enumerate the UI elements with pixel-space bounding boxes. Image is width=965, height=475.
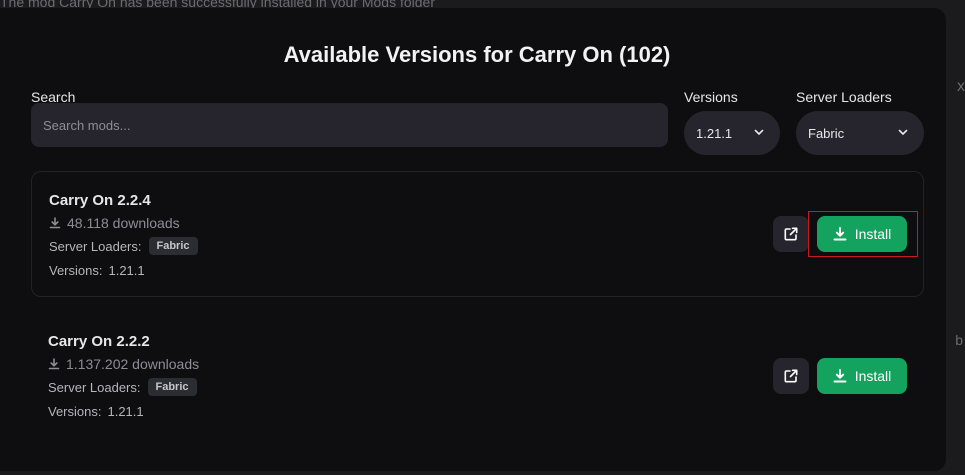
downloads-count: 1.137.202 downloads bbox=[66, 356, 200, 372]
install-highlight-box bbox=[808, 211, 918, 257]
install-button-label: Install bbox=[854, 368, 892, 384]
version-loaders: Server Loaders: Fabric bbox=[49, 237, 198, 255]
version-name: Carry On 2.2.2 bbox=[48, 333, 150, 350]
downloads-count: 48.118 downloads bbox=[67, 215, 180, 231]
chevron-down-icon bbox=[754, 129, 764, 135]
game-version-value: 1.21.1 bbox=[108, 263, 145, 278]
loaders-label: Server Loaders: bbox=[49, 238, 142, 254]
versions-filter-label: Versions bbox=[684, 89, 738, 105]
versions-label: Versions: bbox=[49, 263, 103, 278]
loaders-select[interactable]: Fabric bbox=[796, 111, 924, 155]
version-loaders: Server Loaders: Fabric bbox=[48, 378, 197, 396]
loaders-label: Server Loaders: bbox=[48, 379, 141, 395]
search-input[interactable] bbox=[43, 117, 668, 133]
external-link-icon bbox=[784, 227, 798, 241]
versions-select-value: 1.21.1 bbox=[696, 125, 733, 141]
version-downloads: 1.137.202 downloads bbox=[48, 356, 199, 372]
version-downloads: 48.118 downloads bbox=[49, 215, 180, 231]
loaders-select-value: Fabric bbox=[808, 125, 845, 141]
modal-title: Available Versions for Carry On (102) bbox=[283, 42, 671, 67]
background-close-glyph: x bbox=[957, 78, 965, 95]
versions-select[interactable]: 1.21.1 bbox=[684, 111, 780, 155]
download-icon bbox=[49, 217, 61, 229]
install-button[interactable]: Install bbox=[817, 358, 907, 394]
download-icon bbox=[48, 358, 60, 370]
loader-badge: Fabric bbox=[148, 237, 198, 255]
download-icon bbox=[833, 369, 847, 383]
search-field[interactable] bbox=[31, 103, 668, 147]
external-link-icon bbox=[784, 369, 798, 383]
loader-badge: Fabric bbox=[147, 378, 197, 396]
background-text-fragment: b bbox=[955, 332, 963, 348]
version-game-versions: Versions: 1.21.1 bbox=[48, 404, 144, 419]
chevron-down-icon bbox=[898, 129, 908, 135]
open-external-button[interactable] bbox=[773, 216, 809, 252]
versions-label: Versions: bbox=[48, 404, 102, 419]
loaders-filter-label: Server Loaders bbox=[796, 89, 892, 105]
game-version-value: 1.21.1 bbox=[107, 404, 144, 419]
version-name: Carry On 2.2.4 bbox=[49, 192, 151, 209]
open-external-button[interactable] bbox=[773, 358, 809, 394]
version-game-versions: Versions: 1.21.1 bbox=[49, 263, 145, 278]
